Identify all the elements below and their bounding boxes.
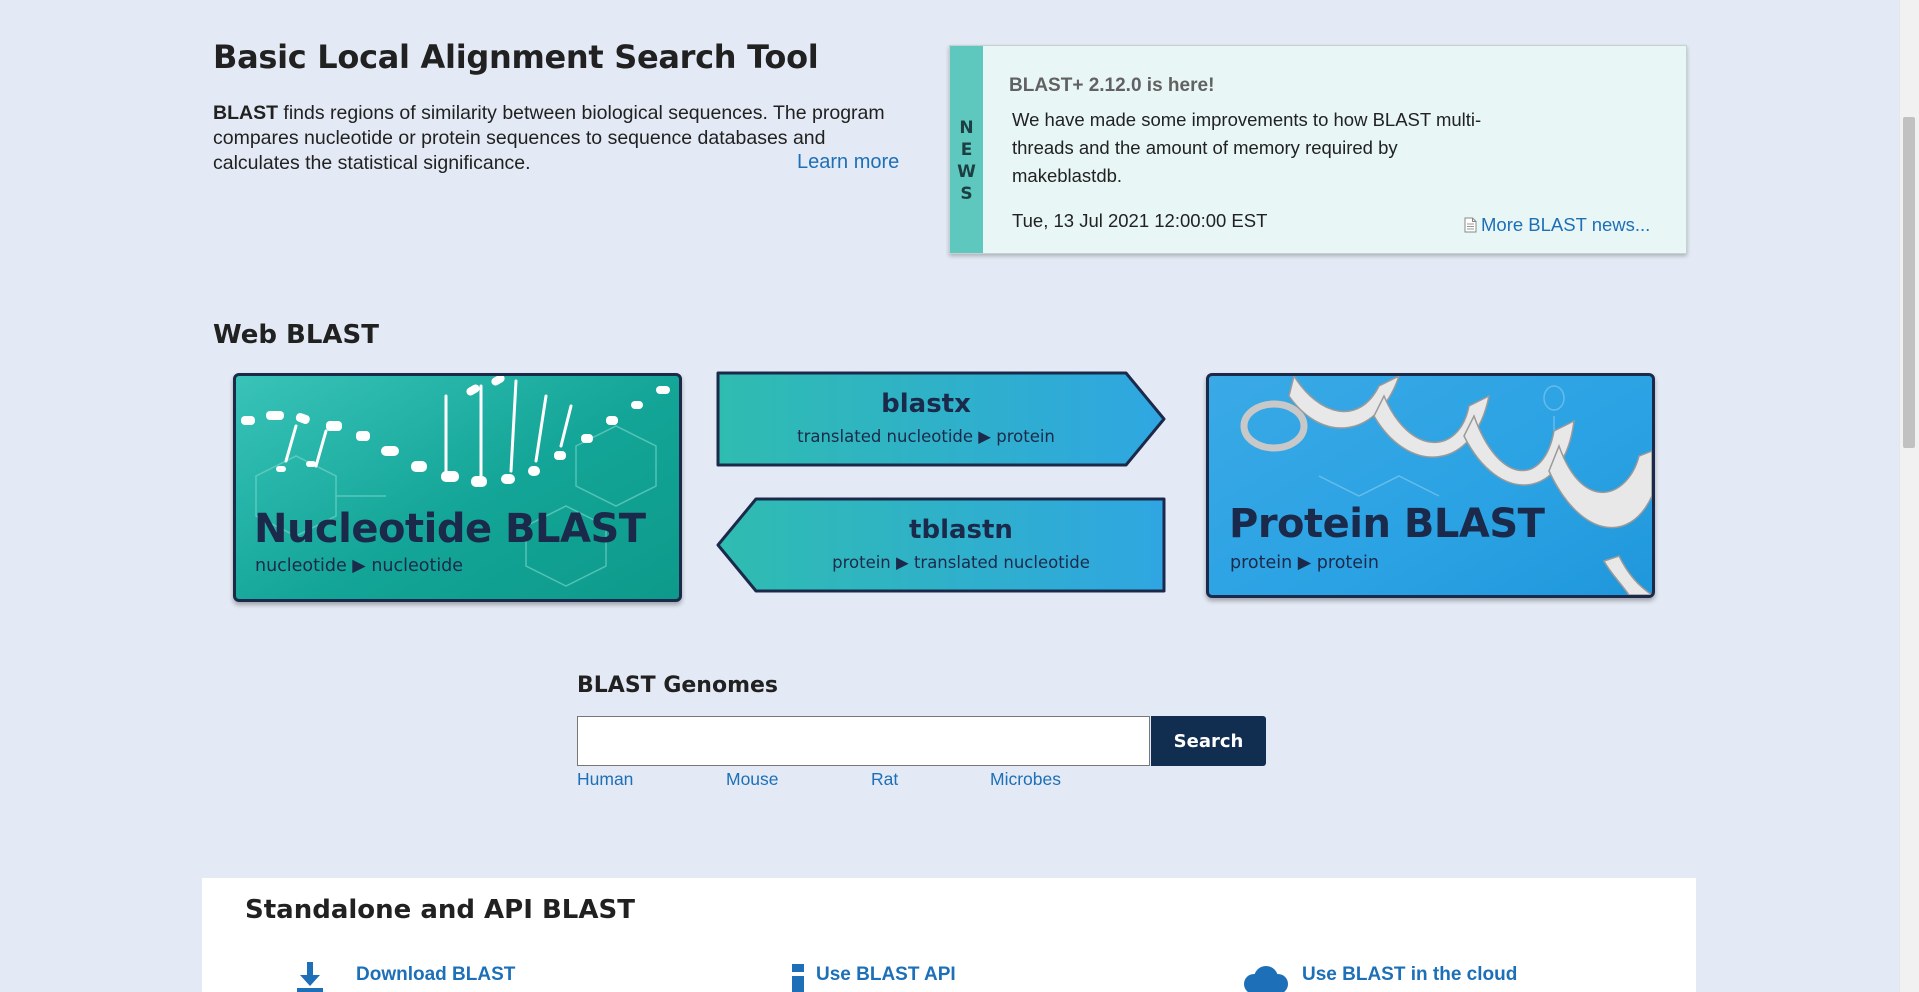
news-strip-letter: N <box>959 118 974 138</box>
use-blast-api-link[interactable]: Use BLAST API <box>816 964 956 986</box>
tblastn-title: tblastn <box>909 515 1013 545</box>
download-blast-link[interactable]: Download BLAST <box>356 964 515 986</box>
blast-cloud-link[interactable]: Use BLAST in the cloud <box>1302 964 1517 986</box>
genome-link-human[interactable]: Human <box>577 769 633 790</box>
intro-lead-bold: BLAST <box>213 102 278 124</box>
more-news-label: More BLAST news... <box>1481 214 1651 235</box>
scrollbar-thumb[interactable] <box>1903 117 1915 448</box>
news-strip-letter: E <box>960 140 973 160</box>
news-date: Tue, 13 Jul 2021 12:00:00 EST <box>1012 210 1268 231</box>
protein-blast-title: Protein BLAST <box>1229 501 1545 547</box>
blastx-title: blastx <box>881 389 971 419</box>
genome-link-microbes[interactable]: Microbes <box>990 769 1061 790</box>
nucleotide-blast-subtitle: nucleotide ▶ nucleotide <box>255 556 464 576</box>
news-strip-letter: W <box>957 162 976 182</box>
news-headline: BLAST+ 2.12.0 is here! <box>1009 75 1215 96</box>
tblastn-subtitle: protein ▶ translated nucleotide <box>832 553 1090 572</box>
info-icon <box>792 962 804 992</box>
news-panel: N E W S BLAST+ 2.12.0 is here! We have m… <box>949 45 1687 254</box>
news-strip: N E W S <box>950 46 983 253</box>
more-news-link[interactable]: More BLAST news... <box>1464 214 1650 236</box>
protein-blast-subtitle: protein ▶ protein <box>1230 553 1379 573</box>
news-strip-letter: S <box>960 184 973 204</box>
intro-lead-text: finds regions of similarity between biol… <box>213 102 885 174</box>
tblastn-tile[interactable]: tblastn protein ▶ translated nucleotide <box>716 497 1166 594</box>
nucleotide-blast-tile[interactable]: Nucleotide BLAST nucleotide ▶ nucleotide <box>233 373 682 602</box>
blastx-tile[interactable]: blastx translated nucleotide ▶ protein <box>716 371 1166 468</box>
standalone-api-section: Standalone and API BLAST Download BLAST … <box>202 878 1696 992</box>
news-body: We have made some improvements to how BL… <box>1012 109 1482 186</box>
right-arrow-shape <box>716 371 1166 467</box>
nucleotide-blast-title: Nucleotide BLAST <box>254 506 646 552</box>
genome-link-rat[interactable]: Rat <box>871 769 898 790</box>
genomes-search-input[interactable] <box>577 716 1150 766</box>
protein-blast-tile[interactable]: Protein BLAST protein ▶ protein <box>1206 373 1655 598</box>
blast-home-page: Basic Local Alignment Search Tool BLAST … <box>0 0 1919 992</box>
download-icon <box>297 962 323 992</box>
page-title: Basic Local Alignment Search Tool <box>213 38 819 76</box>
standalone-heading: Standalone and API BLAST <box>245 895 635 925</box>
cloud-icon <box>1238 966 1292 992</box>
blastx-subtitle: translated nucleotide ▶ protein <box>797 427 1055 446</box>
left-arrow-shape <box>716 497 1166 593</box>
page-scrollbar[interactable] <box>1899 0 1919 992</box>
search-button[interactable]: Search <box>1151 716 1266 766</box>
genome-link-mouse[interactable]: Mouse <box>726 769 779 790</box>
document-icon <box>1464 217 1477 233</box>
blast-genomes-heading: BLAST Genomes <box>577 673 779 698</box>
web-blast-heading: Web BLAST <box>213 320 380 350</box>
learn-more-link[interactable]: Learn more <box>797 151 899 174</box>
